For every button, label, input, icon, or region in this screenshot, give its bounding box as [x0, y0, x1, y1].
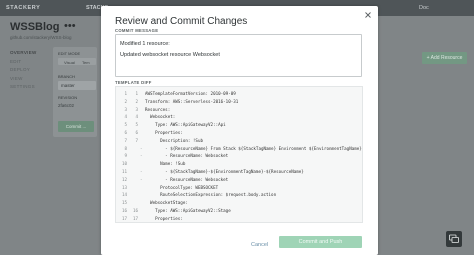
visual-tab[interactable]: Visual — [64, 60, 75, 65]
branch-select[interactable]: master — [58, 81, 96, 90]
diff-line: 5 5 Type: AWS::ApiGatewayV2::Api — [116, 121, 362, 129]
diff-old-line-number: 7 — [124, 137, 127, 143]
diff-line: 9 - - ResourceName: Websocket — [116, 152, 362, 160]
diff-code: Properties: — [145, 130, 183, 135]
diff-line: 7 7 Description: !Sub — [116, 137, 362, 145]
commit-message-input[interactable]: Modified 1 resource: Updated websocket r… — [115, 34, 362, 77]
modal-title: Review and Commit Changes — [115, 16, 248, 27]
diff-code: - ${StackTagName}-${EnvironmentTagName}-… — [145, 169, 304, 174]
branch-label: BRANCH — [58, 74, 75, 79]
diff-old-line-number: 9 — [124, 153, 127, 159]
diff-old-line-number: 6 — [124, 130, 127, 135]
diff-marker: - — [140, 153, 143, 159]
diff-code: AWSTemplateFormatVersion: 2010-09-09 — [145, 91, 236, 96]
diff-old-line-number: 15 — [121, 200, 127, 206]
diff-old-line-number: 1 — [124, 91, 127, 96]
diff-old-line-number: 2 — [124, 98, 127, 104]
diff-code: - ResourceName: Websocket — [145, 176, 229, 182]
diff-old-line-number: 16 — [121, 208, 127, 213]
diff-new-line-number: 16 — [132, 208, 138, 213]
revision-value: 2fa6c02 — [58, 103, 75, 108]
diff-new-line-number: 7 — [135, 137, 138, 143]
stack-title: WSSBlog — [10, 21, 60, 33]
diff-line: 2 2 Transform: AWS::Serverless-2016-10-31 — [116, 98, 362, 106]
diff-line: 3 3 Resources: — [116, 106, 362, 114]
diff-new-line-number: 6 — [135, 130, 138, 135]
stack-menu-button[interactable]: ••• — [64, 20, 76, 32]
diff-line: 6 6 Properties: — [116, 129, 362, 137]
diff-line: 16 16 Type: AWS::ApiGatewayV2::Stage — [116, 207, 362, 215]
commit-button-background[interactable]: Commit ... — [58, 121, 94, 132]
sidebar-item-view[interactable]: VIEW — [10, 76, 50, 85]
template-tab[interactable]: Tem — [82, 60, 90, 65]
commit-message-line: Modified 1 resource: — [120, 41, 170, 47]
diff-code: WebsocketStage: — [145, 200, 188, 206]
diff-line: 10 Name: !Sub — [116, 160, 362, 168]
diff-new-line-number: 2 — [135, 98, 138, 104]
diff-old-line-number: 10 — [121, 161, 127, 167]
diff-marker: - — [140, 176, 143, 182]
chat-icon — [449, 234, 459, 243]
sidebar-item-overview[interactable]: OVERVIEW — [10, 50, 50, 59]
diff-code: - ResourceName: Websocket — [145, 153, 229, 159]
diff-old-line-number: 8 — [124, 145, 127, 151]
diff-line: 11 - - ${StackTagName}-${EnvironmentTagNa… — [116, 168, 362, 176]
cancel-button[interactable]: Cancel — [251, 242, 268, 248]
diff-new-line-number: 17 — [132, 215, 138, 221]
diff-code: Transform: AWS::Serverless-2016-10-31 — [145, 98, 239, 104]
sidebar-item-edit[interactable]: EDIT — [10, 59, 50, 68]
diff-code: Type: AWS::ApiGatewayV2::Api — [145, 122, 226, 128]
diff-code: Websocket: — [145, 114, 176, 120]
diff-new-line-number: 3 — [135, 106, 138, 112]
commit-message-label: COMMIT MESSAGE — [115, 28, 159, 33]
diff-line: 15 WebsocketStage: — [116, 199, 362, 207]
diff-new-line-number: 5 — [135, 122, 138, 128]
diff-code: Description: !Sub — [145, 137, 203, 143]
stackery-logo[interactable]: STACKERY — [6, 5, 40, 11]
diff-code: Type: AWS::ApiGatewayV2::Stage — [145, 208, 231, 213]
user-menu[interactable]: Doc — [419, 5, 429, 11]
diff-code: ProtocolType: WEBSOCKET — [145, 184, 219, 190]
diff-line: 13 ProtocolType: WEBSOCKET — [116, 184, 362, 192]
close-button[interactable] — [363, 10, 373, 20]
close-icon — [365, 12, 371, 18]
revision-label: REVISION — [58, 95, 78, 100]
diff-line: 12 - - ResourceName: Websocket — [116, 176, 362, 184]
sidebar: OVERVIEW EDIT DEPLOY VIEW SETTINGS — [10, 50, 50, 93]
template-diff-label: TEMPLATE DIFF — [115, 80, 152, 85]
diff-line: 1 1 AWSTemplateFormatVersion: 2010-09-09 — [116, 90, 362, 98]
diff-marker: - — [140, 169, 143, 174]
commit-message-line: Updated websocket resource Websocket — [120, 52, 220, 58]
sidebar-item-settings[interactable]: SETTINGS — [10, 84, 50, 93]
diff-code: Resources: — [145, 106, 171, 112]
diff-code: RouteSelectionExpression: $request.body.… — [145, 192, 277, 198]
diff-old-line-number: 14 — [121, 192, 127, 198]
review-commit-modal: Review and Commit Changes COMMIT MESSAGE… — [101, 6, 378, 255]
diff-old-line-number: 3 — [124, 106, 127, 112]
diff-old-line-number: 5 — [124, 122, 127, 128]
diff-old-line-number: 4 — [124, 114, 127, 120]
sidebar-item-deploy[interactable]: DEPLOY — [10, 67, 50, 76]
edit-mode-toggle: Visual Tem — [58, 58, 96, 65]
diff-line: 4 4 Websocket: — [116, 113, 362, 121]
add-resource-button[interactable]: + Add Resource — [422, 52, 467, 64]
diff-marker: - — [140, 145, 143, 151]
diff-new-line-number: 4 — [135, 114, 138, 120]
stack-repo-link[interactable]: github.com/stackery/WSS-blog — [10, 35, 72, 40]
chat-button[interactable] — [446, 231, 462, 247]
diff-line: 17 17 Properties: — [116, 215, 362, 222]
diff-code: Name: !Sub — [145, 161, 186, 167]
diff-old-line-number: 17 — [121, 215, 127, 221]
diff-line: 8 - - ${ResourceName} From Stack ${StackT… — [116, 145, 362, 153]
template-diff-viewer[interactable]: 1 1 AWSTemplateFormatVersion: 2010-09-09 2 2… — [115, 86, 363, 223]
diff-new-line-number: 1 — [135, 91, 138, 96]
diff-code: - ${ResourceName} From Stack ${StackTagN… — [145, 145, 362, 151]
commit-and-push-button[interactable]: Commit and Push — [279, 236, 362, 248]
diff-old-line-number: 11 — [121, 169, 127, 174]
diff-line: 14 RouteSelectionExpression: $request.bo… — [116, 191, 362, 199]
diff-code: Properties: — [145, 215, 183, 221]
edit-mode-label: EDIT MODE — [58, 51, 81, 56]
diff-old-line-number: 12 — [121, 176, 127, 182]
diff-old-line-number: 13 — [121, 184, 127, 190]
